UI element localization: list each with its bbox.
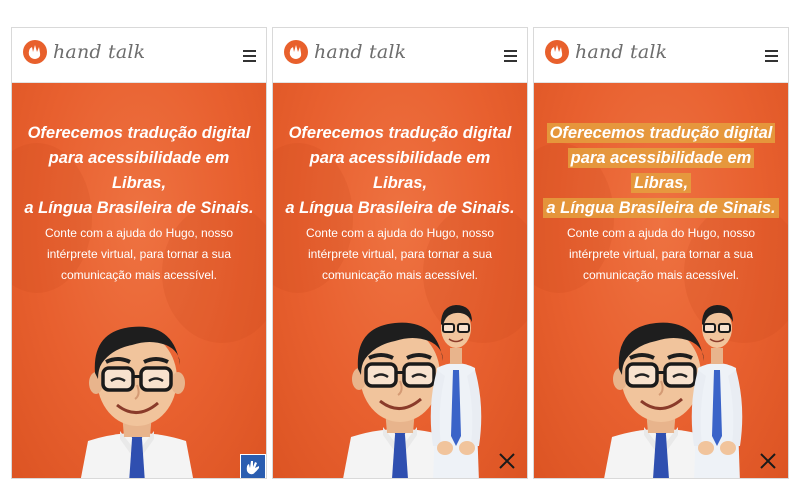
- close-icon: [499, 453, 515, 469]
- headline-line: para acessibilidade em Libras,: [48, 149, 230, 192]
- hugo-avatar: [62, 313, 212, 479]
- subtext-line: comunicação mais acessível.: [321, 268, 479, 282]
- headline-line: para acessibilidade em Libras,: [309, 149, 491, 192]
- close-interpreter-button[interactable]: [760, 453, 776, 469]
- hero-headline: Oferecemos tradução digital para acessib…: [12, 121, 266, 221]
- header-bar: hand talk: [534, 28, 788, 83]
- hero-subtext: Conte com a ajuda do Hugo, nosso intérpr…: [273, 223, 527, 286]
- phone-screen-2: hand talk Oferecemos tradução digital pa…: [272, 27, 528, 479]
- hero-section: Oferecemos tradução digital para acessib…: [273, 83, 527, 479]
- phone-screen-1: hand talk Oferecemos tradução digital pa…: [11, 27, 267, 479]
- hamburger-menu-icon[interactable]: [765, 50, 778, 62]
- subtext-line: Conte com a ajuda do Hugo, nosso: [44, 226, 234, 240]
- brand-name[interactable]: hand talk: [53, 41, 145, 63]
- headline-line: a Língua Brasileira de Sinais.: [285, 199, 515, 217]
- hugo-interpreter-avatar: [423, 296, 489, 479]
- hamburger-menu-icon[interactable]: [504, 50, 517, 62]
- hero-section: Oferecemos tradução digital para acessib…: [534, 83, 788, 479]
- hamburger-menu-icon[interactable]: [243, 50, 256, 62]
- brand-name[interactable]: hand talk: [314, 41, 406, 63]
- hand-talk-logo-icon[interactable]: [284, 40, 308, 64]
- headline-line: a Língua Brasileira de Sinais.: [24, 199, 254, 217]
- subtext-line: Conte com a ajuda do Hugo, nosso: [305, 226, 495, 240]
- close-interpreter-button[interactable]: [499, 453, 515, 469]
- header-bar: hand talk: [12, 28, 266, 83]
- subtext-line: intérprete virtual, para tornar a sua: [568, 247, 754, 261]
- close-icon: [760, 453, 776, 469]
- headline-line: Oferecemos tradução digital: [27, 124, 251, 142]
- brand-name[interactable]: hand talk: [575, 41, 667, 63]
- subtext-line: comunicação mais acessível.: [60, 268, 218, 282]
- hero-subtext: Conte com a ajuda do Hugo, nosso intérpr…: [12, 223, 266, 286]
- headline-line[interactable]: Oferecemos tradução digital: [546, 123, 776, 143]
- subtext-line: intérprete virtual, para tornar a sua: [46, 247, 232, 261]
- headline-line[interactable]: a Língua Brasileira de Sinais.: [543, 198, 779, 218]
- hugo-interpreter-avatar-signing: [684, 296, 750, 479]
- hand-talk-logo-icon[interactable]: [545, 40, 569, 64]
- hero-headline: Oferecemos tradução digital para acessib…: [273, 121, 527, 221]
- hero-section: Oferecemos tradução digital para acessib…: [12, 83, 266, 479]
- sign-language-button[interactable]: [240, 454, 266, 478]
- headline-line[interactable]: para acessibilidade em Libras,: [567, 148, 755, 193]
- headline-line: Oferecemos tradução digital: [288, 124, 512, 142]
- subtext-line: intérprete virtual, para tornar a sua: [307, 247, 493, 261]
- sign-language-icon: [246, 461, 259, 475]
- subtext-line: Conte com a ajuda do Hugo, nosso: [566, 226, 756, 240]
- hero-headline-highlighted: Oferecemos tradução digital para acessib…: [534, 121, 788, 221]
- header-bar: hand talk: [273, 28, 527, 83]
- hand-talk-logo-icon[interactable]: [23, 40, 47, 64]
- phone-screen-3: hand talk Oferecemos tradução digital pa…: [533, 27, 789, 479]
- hero-subtext: Conte com a ajuda do Hugo, nosso intérpr…: [534, 223, 788, 286]
- subtext-line: comunicação mais acessível.: [582, 268, 740, 282]
